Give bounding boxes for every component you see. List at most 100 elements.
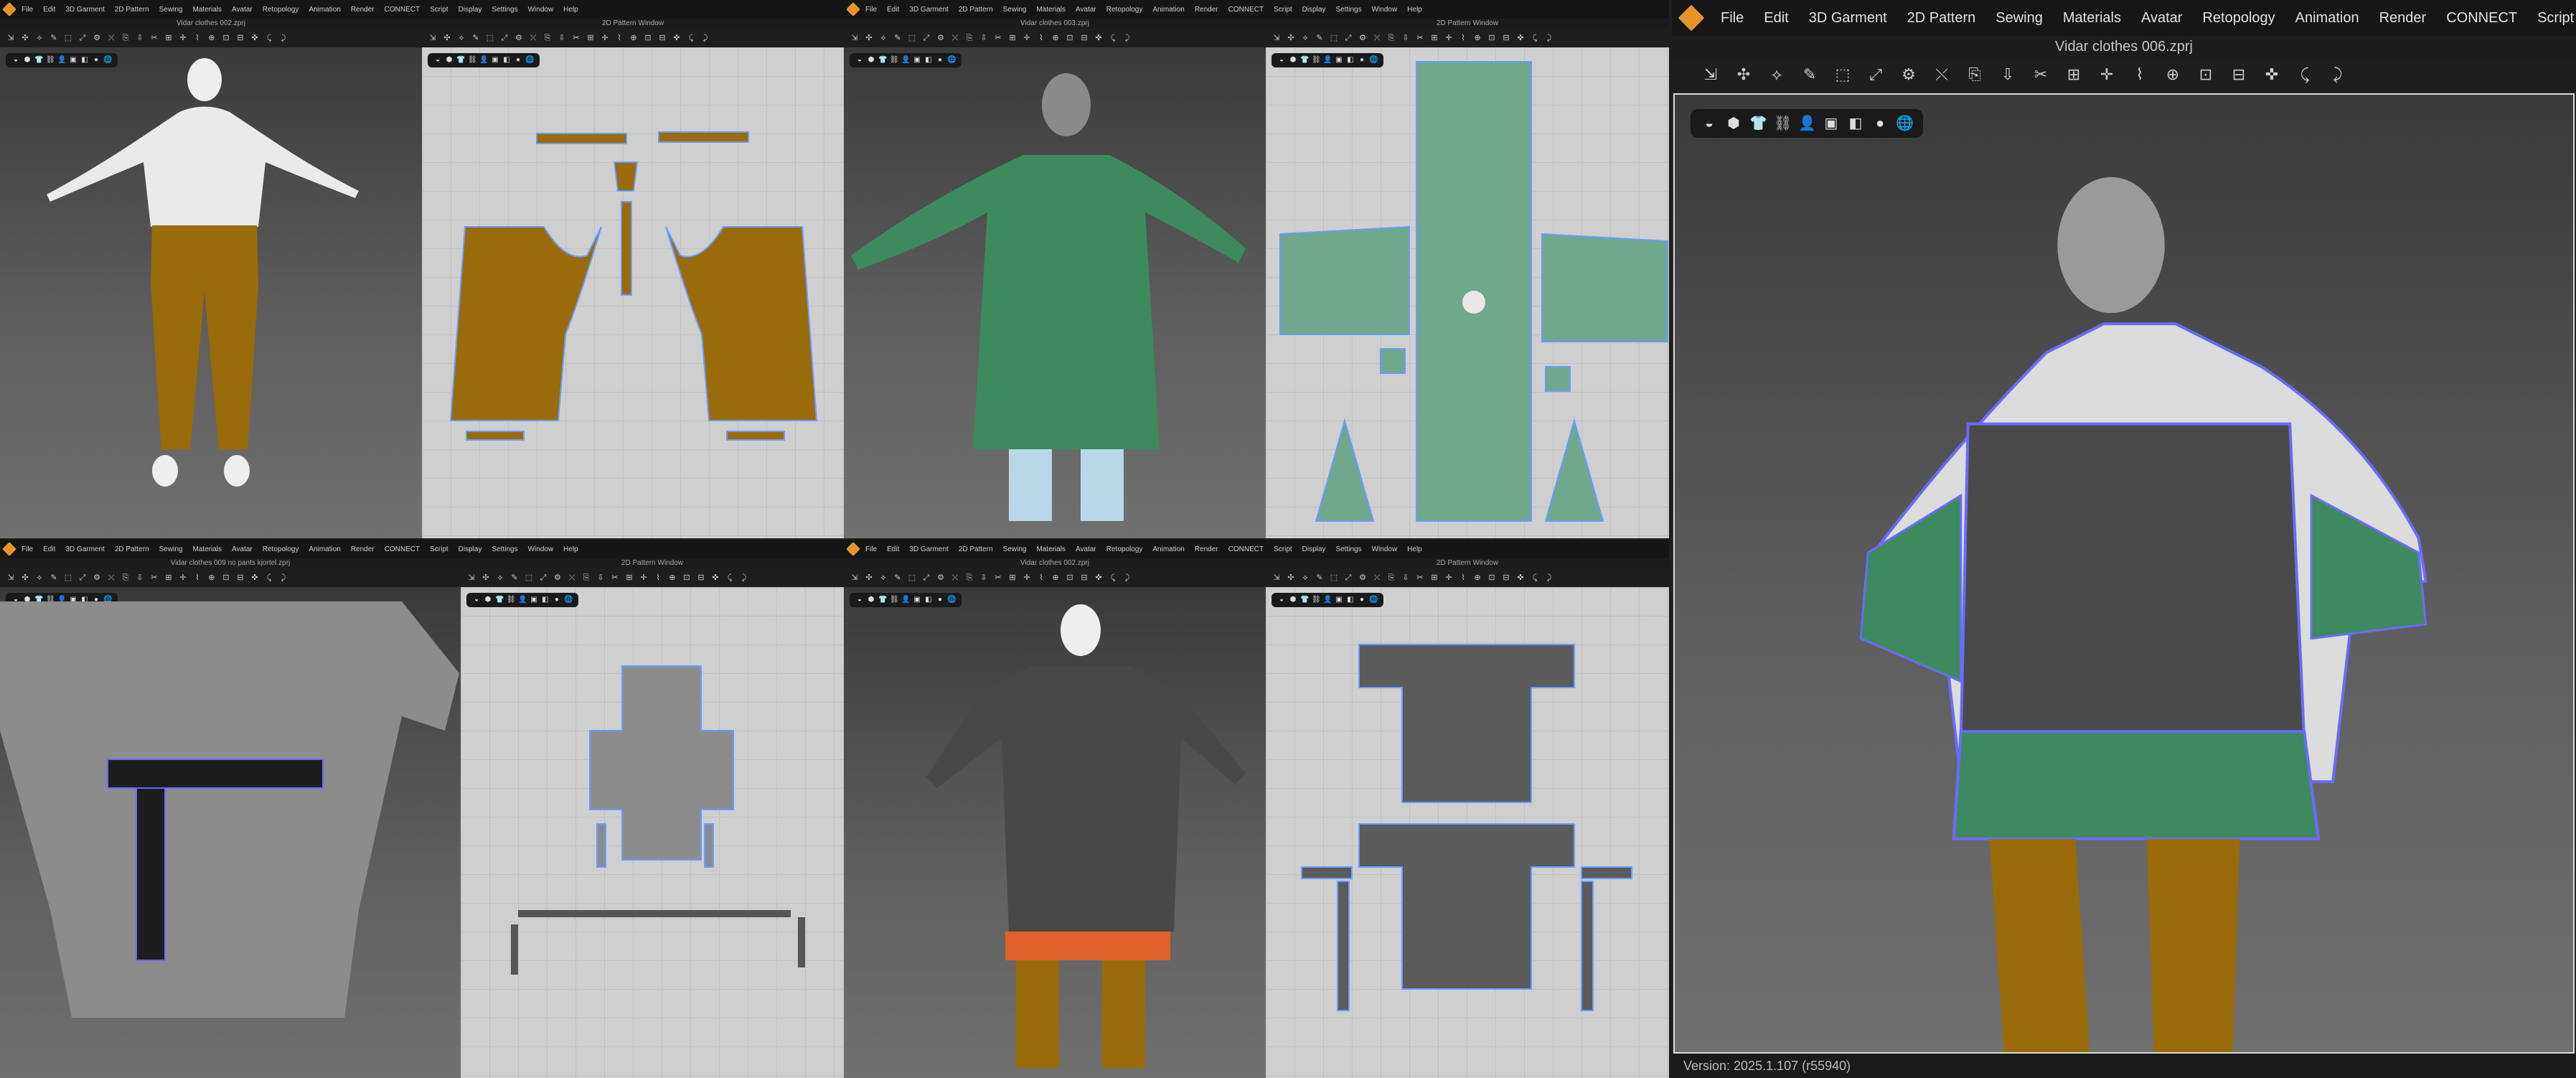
tool-icon-10[interactable]: ⇩ [979,573,989,583]
menu-script[interactable]: Script [430,545,448,553]
tool-icon-19[interactable]: ⤹ [686,33,696,43]
tool-icon-13[interactable]: ✛ [1022,573,1032,583]
tool-icon-14[interactable]: ⌇ [1458,33,1468,43]
tool-icon-6[interactable]: ⤢ [77,573,88,583]
tool-icon-16[interactable]: ⊡ [1065,573,1075,583]
menu-avatar[interactable]: Avatar [1076,6,1096,14]
menu-render[interactable]: Render [351,545,375,553]
menu-avatar[interactable]: Avatar [232,545,253,553]
tool-icon-19[interactable]: ⤹ [1530,573,1540,583]
menu-materials[interactable]: Materials [192,545,222,553]
tool-icon-12[interactable]: ⊞ [1007,33,1017,43]
menu-3d-garment[interactable]: 3D Garment [909,6,948,14]
menu-retopology[interactable]: Retopology [263,6,299,14]
tool-icon-19[interactable]: ⤹ [264,573,274,583]
tool-icon-17[interactable]: ⊟ [235,573,245,583]
tool-icon-12[interactable]: ⊞ [164,573,174,583]
tool-icon-14[interactable]: ⌇ [653,573,663,583]
tool-icon-14[interactable]: ⌇ [614,33,624,43]
tool-icon-9[interactable]: ⎘ [581,573,591,583]
tool-icon-14[interactable]: ⌇ [2130,65,2150,85]
menu-materials[interactable]: Materials [1036,545,1066,553]
tool-icon-2[interactable]: ✣ [864,573,874,583]
tool-icon-6[interactable]: ⤢ [499,33,509,43]
menu-connect[interactable]: CONNECT [2446,10,2517,27]
menu-display[interactable]: Display [1302,545,1326,553]
tool-icon-10[interactable]: ⇩ [1401,573,1411,583]
menu-window[interactable]: Window [1372,6,1398,14]
tool-icon-11[interactable]: ✂ [610,573,620,583]
tool-icon-8[interactable]: ⤬ [950,573,960,583]
tool-icon-18[interactable]: ✜ [1515,33,1526,43]
menu-sewing[interactable]: Sewing [1003,545,1027,553]
tool-icon-8[interactable]: ⤬ [528,33,538,43]
tool-icon-8[interactable]: ⤬ [1372,573,1382,583]
tool-icon-13[interactable]: ✛ [178,33,188,43]
tool-icon-19[interactable]: ⤹ [264,33,274,43]
tool-icon-4[interactable]: ✎ [49,33,59,43]
tool-icon-11[interactable]: ✂ [1415,33,1425,43]
tool-icon-16[interactable]: ⊡ [1487,573,1497,583]
tool-icon-3[interactable]: ⟡ [456,33,466,43]
menu-display[interactable]: Display [459,545,482,553]
menu-script[interactable]: Script [1274,545,1292,553]
menu-file[interactable]: File [865,545,877,553]
menu-file[interactable]: File [22,545,33,553]
tool-icon-14[interactable]: ⌇ [192,33,202,43]
tool-icon-19[interactable]: ⤹ [1108,33,1118,43]
tool-icon-11[interactable]: ✂ [993,33,1003,43]
menu-animation[interactable]: Animation [1152,6,1184,14]
menu-render[interactable]: Render [1195,6,1218,14]
tool-icon-13[interactable]: ✛ [1444,33,1454,43]
tool-icon-3[interactable]: ⟡ [495,573,505,583]
menu-help[interactable]: Help [563,6,578,14]
tool-icon-18[interactable]: ✜ [250,573,260,583]
tool-icon-1[interactable]: ⇲ [6,33,16,43]
menu-help[interactable]: Help [563,545,578,553]
tool-icon-1[interactable]: ⇲ [6,573,16,583]
tool-icon-3[interactable]: ⟡ [34,573,44,583]
menu-edit[interactable]: Edit [887,545,899,553]
tool-icon-20[interactable]: ⤸ [1122,573,1132,583]
tool-icon-15[interactable]: ⊕ [1050,33,1061,43]
menu-animation[interactable]: Animation [309,545,340,553]
tool-icon-2[interactable]: ✣ [20,33,30,43]
menu-display[interactable]: Display [1302,6,1326,14]
tool-icon-4[interactable]: ✎ [893,573,903,583]
tool-icon-17[interactable]: ⊟ [235,33,245,43]
menu-2d-pattern[interactable]: 2D Pattern [115,6,149,14]
menu-connect[interactable]: CONNECT [1228,545,1264,553]
tool-icon-9[interactable]: ⎘ [1386,33,1396,43]
tool-icon-5[interactable]: ⬚ [1329,573,1339,583]
tool-icon-18[interactable]: ✜ [672,33,682,43]
menu-settings[interactable]: Settings [492,545,517,553]
menu-edit[interactable]: Edit [887,6,899,14]
tool-icon-5[interactable]: ⬚ [1329,33,1339,43]
tool-icon-18[interactable]: ✜ [1515,573,1526,583]
tool-icon-10[interactable]: ⇩ [596,573,606,583]
menu-materials[interactable]: Materials [1036,6,1066,14]
tool-icon-10[interactable]: ⇩ [979,33,989,43]
tool-icon-15[interactable]: ⊕ [1050,573,1061,583]
menu-3d-garment[interactable]: 3D Garment [1809,10,1887,27]
tool-icon-6[interactable]: ⤢ [1866,65,1886,85]
tool-icon-12[interactable]: ⊞ [1429,573,1439,583]
tool-icon-12[interactable]: ⊞ [1007,573,1017,583]
tool-icon-4[interactable]: ✎ [893,33,903,43]
menu-2d-pattern[interactable]: 2D Pattern [959,6,993,14]
menu-render[interactable]: Render [1195,545,1218,553]
menu-retopology[interactable]: Retopology [1106,6,1143,14]
tool-icon-16[interactable]: ⊡ [682,573,692,583]
tool-icon-13[interactable]: ✛ [1444,573,1454,583]
menu-script[interactable]: Script [430,6,448,14]
menu-script[interactable]: Script [1274,6,1292,14]
tool-icon-18[interactable]: ✜ [710,573,720,583]
menu-avatar[interactable]: Avatar [2141,10,2182,27]
3d-viewport[interactable]: ◒ ⬢ 👕 ⛓ 👤 ▣ ◧ ● 🌐 [0,587,461,1078]
tool-icon-8[interactable]: ⤬ [106,33,116,43]
tool-icon-15[interactable]: ⊕ [207,573,217,583]
menu-settings[interactable]: Settings [1335,6,1361,14]
tool-icon-16[interactable]: ⊡ [221,33,231,43]
tool-icon-5[interactable]: ⬚ [63,573,73,583]
menu-animation[interactable]: Animation [1152,545,1184,553]
